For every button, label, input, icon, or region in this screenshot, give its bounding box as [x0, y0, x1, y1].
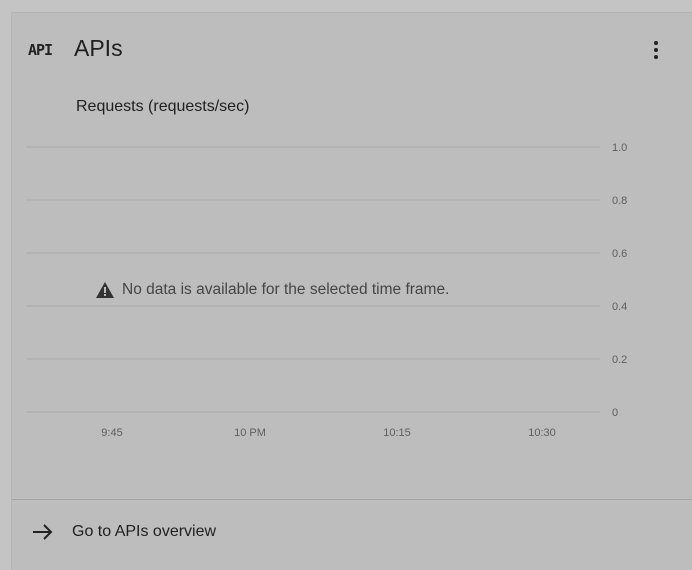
x-tick-label: 10:15: [383, 427, 411, 439]
footer-link-label: Go to APIs overview: [72, 523, 217, 540]
divider: [12, 499, 692, 500]
y-tick-label: 1.0: [612, 142, 627, 154]
go-to-apis-overview-link[interactable]: Go to APIs overview: [32, 523, 216, 541]
arrow-right-icon: [33, 524, 53, 540]
x-tick-label: 10:30: [528, 427, 556, 439]
empty-state-message: No data is available for the selected ti…: [122, 281, 450, 298]
y-tick-label: 0.2: [612, 354, 627, 366]
apis-card: API APIs Requests (requests/sec) 1.0 0.8 0…: [11, 12, 692, 570]
empty-state: No data is available for the selected ti…: [96, 281, 449, 299]
warning-icon: [96, 282, 114, 298]
x-tick-label: 10 PM: [234, 427, 266, 439]
y-tick-label: 0.8: [612, 195, 627, 207]
requests-chart: 1.0 0.8 0.6 0.4 0.2 0 9:45 10 PM 10:15 10:30: [26, 142, 627, 439]
x-tick-label: 9:45: [101, 427, 122, 439]
y-tick-label: 0.4: [612, 301, 627, 313]
y-tick-label: 0: [612, 407, 618, 419]
y-tick-label: 0.6: [612, 248, 627, 260]
